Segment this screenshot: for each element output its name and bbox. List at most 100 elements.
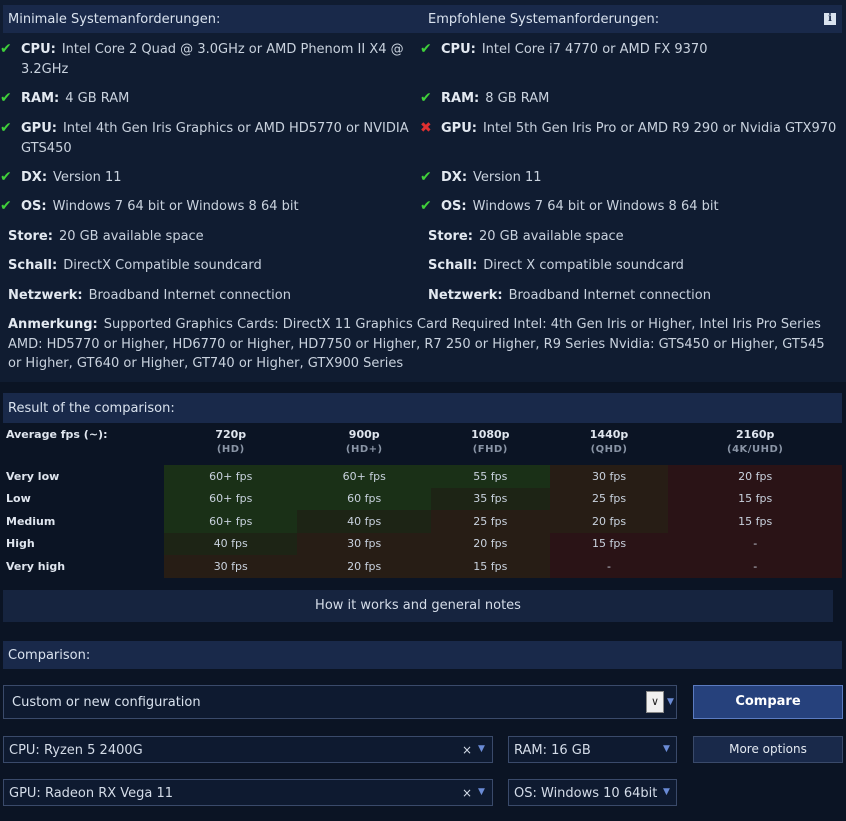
requirement-value: Windows 7 64 bit or Windows 8 64 bit [472, 199, 719, 214]
note-text: Supported Graphics Cards: DirectX 11 Gra… [8, 317, 825, 371]
requirement-value: Broadband Internet connection [508, 288, 711, 303]
checkmark-icon: ✔ [0, 198, 12, 214]
os-select[interactable]: OS: Windows 10 64bit ▼ [508, 779, 677, 806]
requirement-value: Windows 7 64 bit or Windows 8 64 bit [52, 199, 299, 214]
requirement-label: Schall: [8, 258, 58, 273]
resolution-name: 720p [215, 428, 247, 441]
fps-cell: 40 fps [297, 510, 431, 533]
requirement-value: 20 GB available space [478, 229, 624, 244]
more-options-button[interactable]: More options [693, 736, 843, 763]
checkmark-icon: ✔ [420, 198, 432, 214]
os-value: OS: Windows 10 64bit [514, 786, 658, 801]
min-requirements-header: Minimale Systemanforderungen: [3, 5, 423, 33]
resolution-sub: (HD+) [345, 444, 383, 455]
fps-cell: 60+ fps [297, 465, 431, 488]
comparison-header: Comparison: [3, 641, 842, 669]
cpu-value: CPU: Ryzen 5 2400G [9, 743, 143, 758]
resolution-name: 900p [348, 428, 380, 441]
clear-gpu-icon[interactable]: × [462, 786, 472, 800]
info-icon[interactable]: i [824, 13, 836, 25]
requirement-value: Intel Core 2 Quad @ 3.0GHz or AMD Phenom… [21, 42, 404, 77]
fps-cell: 60 fps [297, 487, 431, 510]
fps-cell: 60+ fps [164, 465, 298, 488]
requirement-value: Broadband Internet connection [88, 288, 291, 303]
checkmark-icon: ✔ [0, 90, 12, 106]
checkmark-icon: ✔ [420, 41, 432, 57]
requirement-value: Version 11 [53, 170, 122, 185]
fps-cell: 40 fps [164, 532, 298, 555]
requirement-value: 8 GB RAM [485, 91, 550, 106]
checkmark-icon: ✔ [0, 41, 12, 57]
resolution-header: 1440p (QHD) [550, 424, 669, 465]
checkmark-icon: ✔ [0, 169, 12, 185]
requirement-label: Schall: [428, 258, 478, 273]
chevron-down-icon[interactable]: ∨ [646, 691, 664, 713]
table-row: Medium 60+ fps 40 fps 25 fps 20 fps 15 fps [3, 510, 842, 533]
fps-cell: 20 fps [430, 532, 550, 555]
requirement-value: Version 11 [473, 170, 542, 185]
resolution-header: 2160p (4K/UHD) [668, 424, 842, 465]
gpu-select[interactable]: GPU: Radeon RX Vega 11 × ▼ [3, 779, 493, 806]
requirement-label: CPU: [441, 42, 476, 57]
requirement-label: Netzwerk: [428, 288, 503, 303]
resolution-name: 2160p [735, 428, 775, 441]
requirements-note: Anmerkung: Supported Graphics Cards: Dire… [8, 315, 842, 374]
fps-cell: 20 fps [549, 510, 669, 533]
fps-cell: - [668, 532, 842, 555]
configuration-select[interactable]: Custom or new configuration ∨ ▼ [3, 685, 677, 719]
os-caret-icon[interactable]: ▼ [663, 787, 670, 797]
gpu-caret-icon[interactable]: ▼ [478, 787, 485, 797]
ram-caret-icon[interactable]: ▼ [663, 744, 670, 754]
cpu-caret-icon[interactable]: ▼ [478, 744, 485, 754]
requirement-value: Intel 4th Gen Iris Graphics or AMD HD577… [21, 121, 409, 156]
fps-corner-label: Average fps (~): [6, 428, 108, 441]
fps-cell: 20 fps [668, 465, 842, 488]
requirements-panel: Minimale Systemanforderungen: Empfohlene… [0, 0, 846, 382]
comparison-title: Comparison: [8, 648, 91, 663]
resolution-header: 1080p (FHD) [431, 424, 550, 465]
how-it-works-button[interactable]: How it works and general notes [3, 590, 833, 622]
quality-label: Very low [6, 469, 60, 483]
fps-table: Average fps (~): 720p (HD) 900p (HD+) 1080p (… [3, 424, 842, 578]
requirement-label: Netzwerk: [8, 288, 83, 303]
fps-cell: 15 fps [549, 532, 669, 555]
table-row: Low 60+ fps 60 fps 35 fps 25 fps 15 fps [3, 487, 842, 510]
requirement-label: GPU: [441, 121, 477, 136]
rec-requirements-title: Empfohlene Systemanforderungen: [428, 12, 660, 27]
fps-cell: 20 fps [297, 555, 431, 578]
requirement-label: GPU: [21, 121, 57, 136]
requirement-value: 20 GB available space [58, 229, 204, 244]
resolution-sub: (FHD) [472, 444, 508, 455]
fps-cell: 15 fps [668, 510, 842, 533]
table-row: Very low 60+ fps 60+ fps 55 fps 30 fps 20 fps [3, 465, 842, 488]
requirement-label: Store: [8, 229, 53, 244]
note-label: Anmerkung: [8, 317, 98, 332]
gpu-value: GPU: Radeon RX Vega 11 [9, 786, 174, 801]
quality-label: Medium [6, 514, 56, 528]
result-title: Result of the comparison: [8, 401, 175, 416]
requirement-label: DX: [441, 170, 468, 185]
fps-cell: 30 fps [297, 532, 431, 555]
resolution-name: 1440p [589, 428, 629, 441]
clear-cpu-icon[interactable]: × [462, 743, 472, 757]
configuration-value: Custom or new configuration [12, 695, 201, 710]
fps-cell: 15 fps [430, 555, 550, 578]
resolution-header: 720p (HD) [164, 424, 297, 465]
requirement-label: OS: [21, 199, 47, 214]
min-requirements-title: Minimale Systemanforderungen: [8, 12, 221, 27]
cpu-select[interactable]: CPU: Ryzen 5 2400G × ▼ [3, 736, 493, 763]
ram-value: RAM: 16 GB [514, 743, 591, 758]
quality-label: Very high [6, 559, 66, 573]
fps-cell: 35 fps [430, 487, 550, 510]
dropdown-caret-icon[interactable]: ▼ [667, 697, 674, 707]
quality-label: Low [6, 492, 31, 506]
fps-cell: 55 fps [430, 465, 550, 488]
table-row: High 40 fps 30 fps 20 fps 15 fps - [3, 532, 842, 555]
rec-requirements-header: Empfohlene Systemanforderungen: [423, 5, 842, 33]
compare-button[interactable]: Compare [693, 685, 843, 719]
resolution-sub: (4K/UHD) [727, 444, 784, 455]
ram-select[interactable]: RAM: 16 GB ▼ [508, 736, 677, 763]
resolution-sub: (HD) [216, 444, 245, 455]
requirement-label: OS: [441, 199, 467, 214]
requirement-value: Intel 5th Gen Iris Pro or AMD R9 290 or … [482, 121, 837, 136]
